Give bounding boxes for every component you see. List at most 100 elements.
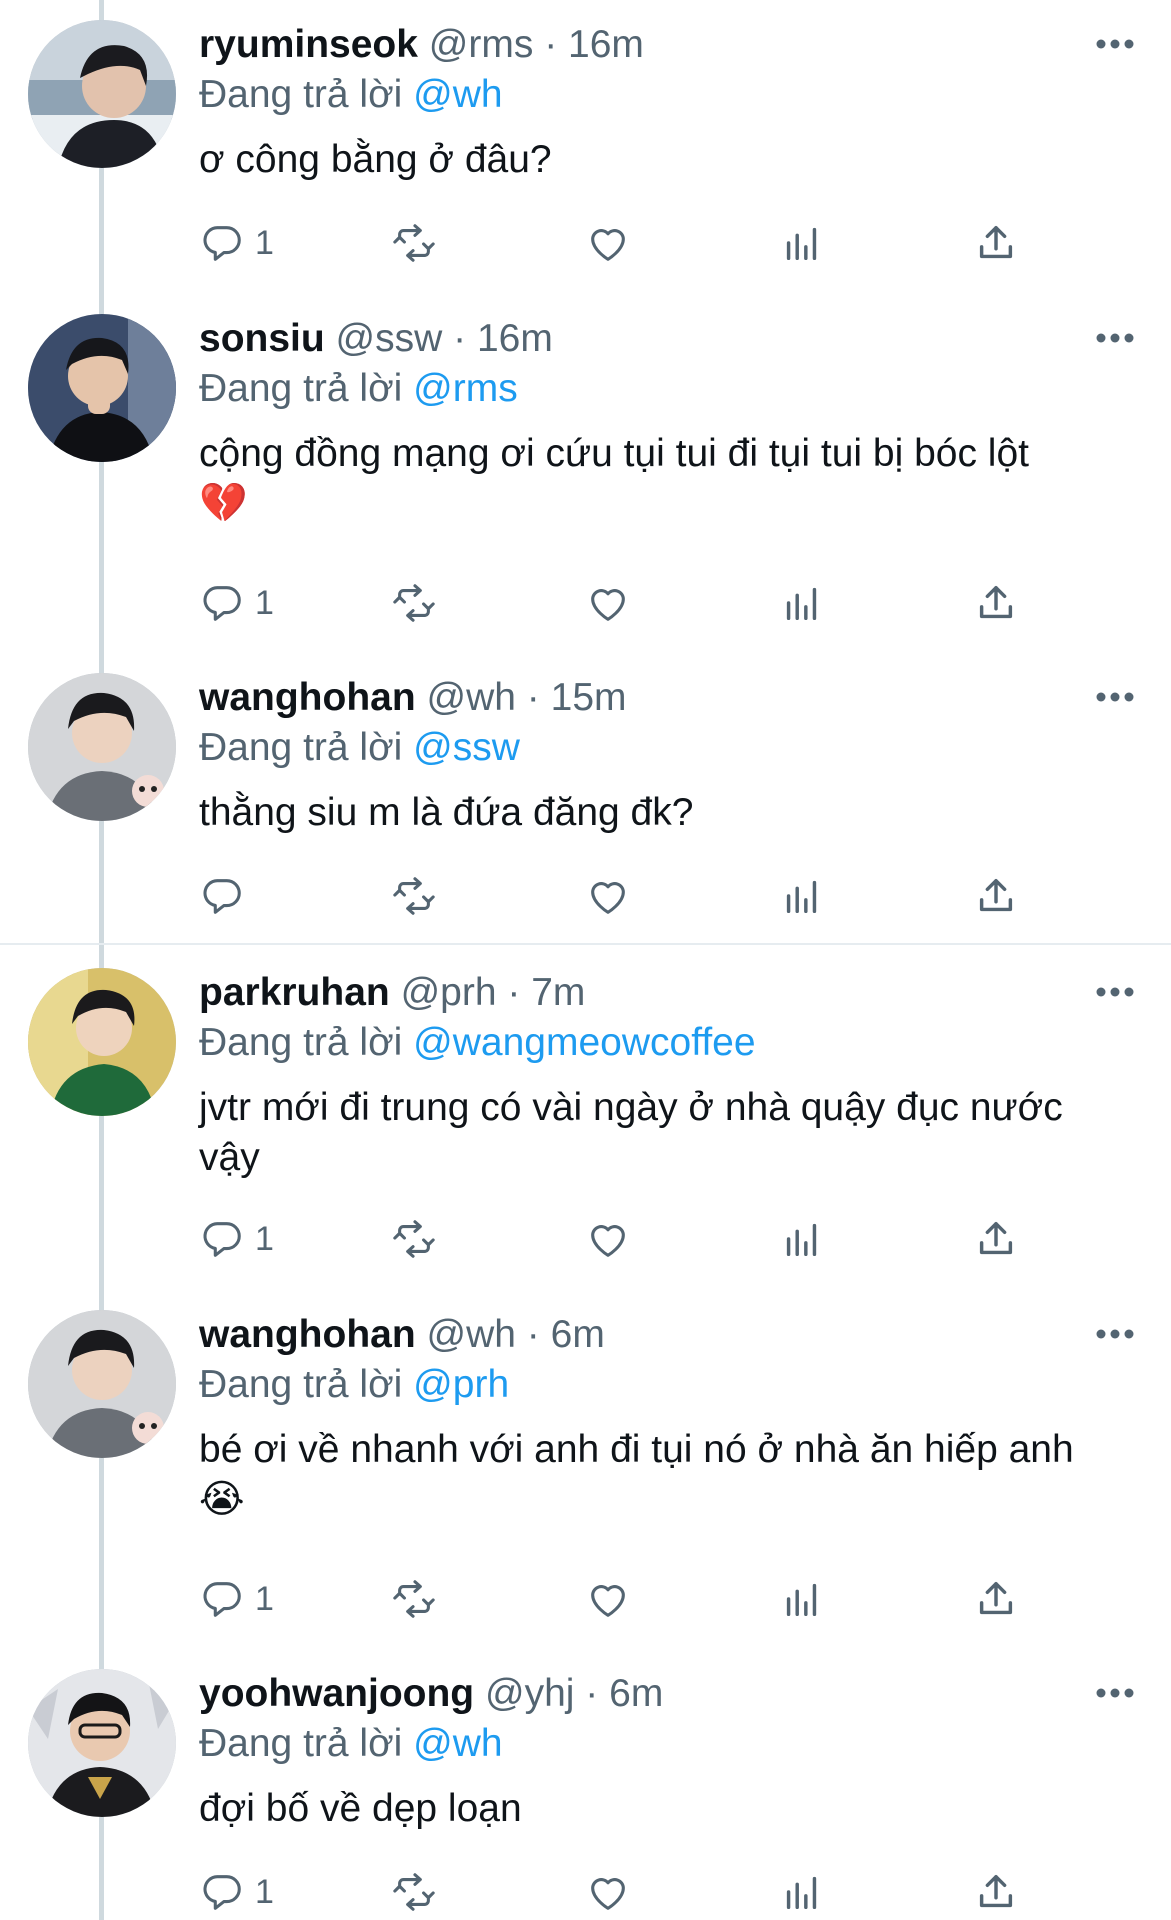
display-name[interactable]: ryuminseok [199,23,418,66]
reply-count: 1 [255,584,274,622]
views-icon [786,587,817,621]
like-button[interactable] [585,871,631,921]
retweet-icon [393,224,435,262]
avatar-image [28,968,176,1116]
views-button[interactable] [779,1867,825,1917]
heart-icon [591,1585,625,1617]
retweet-button[interactable] [391,218,437,268]
timestamp[interactable]: 7m [531,971,585,1014]
reply-button[interactable]: 1 [199,218,274,268]
retweet-button[interactable] [391,1214,437,1264]
display-name[interactable]: sonsiu [199,317,325,360]
retweet-button[interactable] [391,578,437,628]
avatar[interactable] [28,314,176,462]
reply-button[interactable]: 1 [199,1867,274,1917]
user-handle[interactable]: @yhj [485,1672,574,1715]
reply-button[interactable]: 1 [199,1214,274,1264]
share-button[interactable] [973,871,1019,921]
views-button[interactable] [779,1574,825,1624]
more-icon [1096,1329,1134,1339]
replying-prefix: Đang trả lời [199,367,403,410]
more-icon [1096,1688,1134,1698]
retweet-button[interactable] [391,1574,437,1624]
like-button[interactable] [585,578,631,628]
mention-link[interactable]: @prh [413,1363,509,1406]
timestamp[interactable]: 15m [551,676,627,719]
replying-to: Đang trả lời @wh [199,70,1119,120]
tweet-text: cộng đồng mạng ơi cứu tụi tui đi tụi tui… [199,432,1029,475]
more-button[interactable] [1093,1675,1137,1711]
like-button[interactable] [585,1867,631,1917]
timestamp[interactable]: 16m [568,23,644,66]
reply-button[interactable]: 1 [199,1574,274,1624]
replying-to: Đang trả lời @rms [199,364,1119,414]
more-button[interactable] [1093,320,1137,356]
replying-prefix: Đang trả lời [199,1722,403,1765]
tweet-header: ryuminseok @rms · 16m [199,20,1119,70]
replying-to: Đang trả lời @prh [199,1360,1119,1410]
action-bar: 1 [199,1574,1039,1624]
retweet-icon [393,584,435,622]
user-handle[interactable]: @wh [427,676,516,719]
replying-to: Đang trả lời @wh [199,1719,1119,1769]
share-button[interactable] [973,1574,1019,1624]
views-button[interactable] [779,871,825,921]
reply-icon [203,586,241,621]
retweet-button[interactable] [391,871,437,921]
timestamp[interactable]: 6m [609,1672,663,1715]
avatar[interactable] [28,673,176,821]
user-handle[interactable]: @rms [429,23,534,66]
user-handle[interactable]: @ssw [336,317,443,360]
timestamp[interactable]: 16m [477,317,553,360]
share-button[interactable] [973,1867,1019,1917]
more-button[interactable] [1093,26,1137,62]
share-button[interactable] [973,1214,1019,1264]
mention-link[interactable]: @wh [413,1722,502,1765]
mention-link[interactable]: @rms [413,367,518,410]
like-button[interactable] [585,1574,631,1624]
user-handle[interactable]: @prh [401,971,497,1014]
action-bar: 1 [199,1214,1039,1264]
retweet-button[interactable] [391,1867,437,1917]
like-button[interactable] [585,1214,631,1264]
views-icon [786,1223,817,1257]
avatar-image [28,673,176,821]
user-handle[interactable]: @wh [427,1313,516,1356]
mention-link[interactable]: @wangmeowcoffee [413,1021,755,1064]
retweet-icon [393,877,435,915]
mention-link[interactable]: @wh [413,73,502,116]
avatar[interactable] [28,968,176,1116]
avatar[interactable] [28,20,176,168]
more-button[interactable] [1093,679,1137,715]
reply-count: 1 [255,1220,274,1258]
retweet-icon [393,1580,435,1618]
views-button[interactable] [779,578,825,628]
display-name[interactable]: yoohwanjoong [199,1672,474,1715]
reply-button[interactable]: 1 [199,578,274,628]
display-name[interactable]: wanghohan [199,676,416,719]
avatar[interactable] [28,1669,176,1817]
avatar-image [28,314,176,462]
avatar[interactable] [28,1310,176,1458]
mention-link[interactable]: @ssw [413,726,520,769]
like-button[interactable] [585,218,631,268]
timestamp[interactable]: 6m [551,1313,605,1356]
avatar-image [28,1669,176,1817]
views-button[interactable] [779,1214,825,1264]
share-button[interactable] [973,578,1019,628]
more-button[interactable] [1093,974,1137,1010]
views-button[interactable] [779,218,825,268]
display-name[interactable]: parkruhan [199,971,390,1014]
views-icon [786,1583,817,1617]
replying-prefix: Đang trả lời [199,726,403,769]
replying-prefix: Đang trả lời [199,1021,403,1064]
display-name[interactable]: wanghohan [199,1313,416,1356]
share-icon [979,1874,1013,1908]
heart-icon [591,1225,625,1257]
reply-icon [203,879,241,914]
share-icon [979,1581,1013,1615]
heart-icon [591,229,625,261]
more-button[interactable] [1093,1316,1137,1352]
share-button[interactable] [973,218,1019,268]
reply-button[interactable] [199,871,255,921]
